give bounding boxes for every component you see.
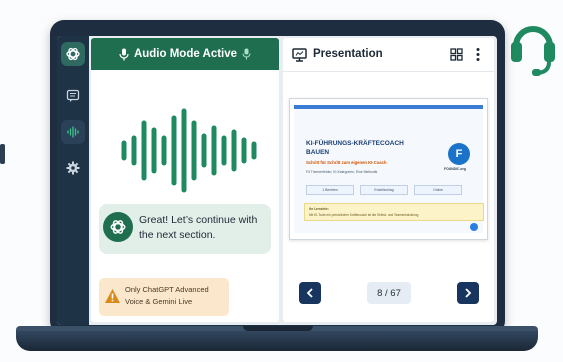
slide-title: KI-FÜHRUNGS-KRÄFTECOACH BAUEN [306,140,404,156]
audio-mode-label: Audio Mode Active [133,48,238,60]
chatgpt-logo-icon [110,220,126,234]
chat-icon [66,89,80,102]
speaking-indicator-icon [242,48,251,60]
laptop-notch [243,326,313,331]
presentation-header: Presentation [283,38,494,72]
warning-notice: Only ChatGPT Advanced Voice & Gemini Liv… [99,278,229,316]
slide-accent-stripe [294,105,483,109]
slide-logo-text: FOUNDIC.org [444,167,466,171]
warning-text: Only ChatGPT Advanced Voice & Gemini Liv… [125,285,209,306]
laptop-base [16,331,538,351]
chevron-left-icon [306,288,313,298]
sidebar-item-chatgpt[interactable] [61,42,85,66]
slide-chip: Online [414,185,462,195]
slide-note-title: Ihr Lernziele: [309,207,329,211]
slide-note: Ihr Lernziele: Mit KI-Tools ein persönli… [304,203,484,221]
microphone-icon [119,48,129,60]
gear-icon [66,161,80,175]
audio-mode-header: Audio Mode Active [91,38,279,70]
sidebar-item-chat[interactable] [61,84,85,108]
message-text: Great! Let’s continue with the next sect… [139,214,258,241]
slide-badge-icon [470,223,478,231]
presentation-panel: Presentation KI-FÜHRUNGS-KRÄFTECOACH BAU… [283,38,494,322]
chevron-right-icon [465,288,472,298]
chatgpt-logo-icon [66,47,80,61]
side-stub [0,144,5,164]
sidebar-item-settings[interactable] [61,156,85,180]
slide-preview[interactable]: KI-FÜHRUNGS-KRÄFTECOACH BAUEN Schritt fü… [289,98,488,240]
page-indicator: 8 / 67 [367,282,411,304]
stage: Audio Mode Active Great! Let’s continue … [0,0,563,362]
audio-panel: Audio Mode Active Great! Let’s continue … [91,38,279,322]
presentation-title: Presentation [313,48,383,60]
audio-wave-icon [67,126,79,138]
screen: Audio Mode Active Great! Let’s continue … [57,36,497,325]
grid-view-icon[interactable] [450,48,463,61]
slide-note-text: Mit KI-Tools ein persönlicher Kräftecoac… [309,213,419,217]
slide-chip: 1 Bereiten [306,185,354,195]
presentation-icon [292,48,307,62]
sidebar-item-audio[interactable] [61,120,85,144]
warning-icon [105,289,120,303]
previous-slide-button[interactable] [299,282,321,304]
assistant-message: Great! Let’s continue with the next sect… [99,204,271,254]
next-slide-button[interactable] [457,282,479,304]
slide-content: KI-FÜHRUNGS-KRÄFTECOACH BAUEN Schritt fü… [294,105,484,233]
slide-description: Fit Themenfelder, KI-Kategorien, Eine Me… [306,170,378,174]
slide-chip: Erstellschlag [360,185,408,195]
more-options-icon[interactable] [475,47,481,62]
slide-logo: F [448,143,470,165]
audio-waveform [121,108,257,193]
headset-icon [511,26,555,76]
avatar [103,212,133,242]
sidebar [57,36,89,325]
slide-subtitle: Schritt für Schritt zum eigenen KI-Coach [306,160,387,165]
